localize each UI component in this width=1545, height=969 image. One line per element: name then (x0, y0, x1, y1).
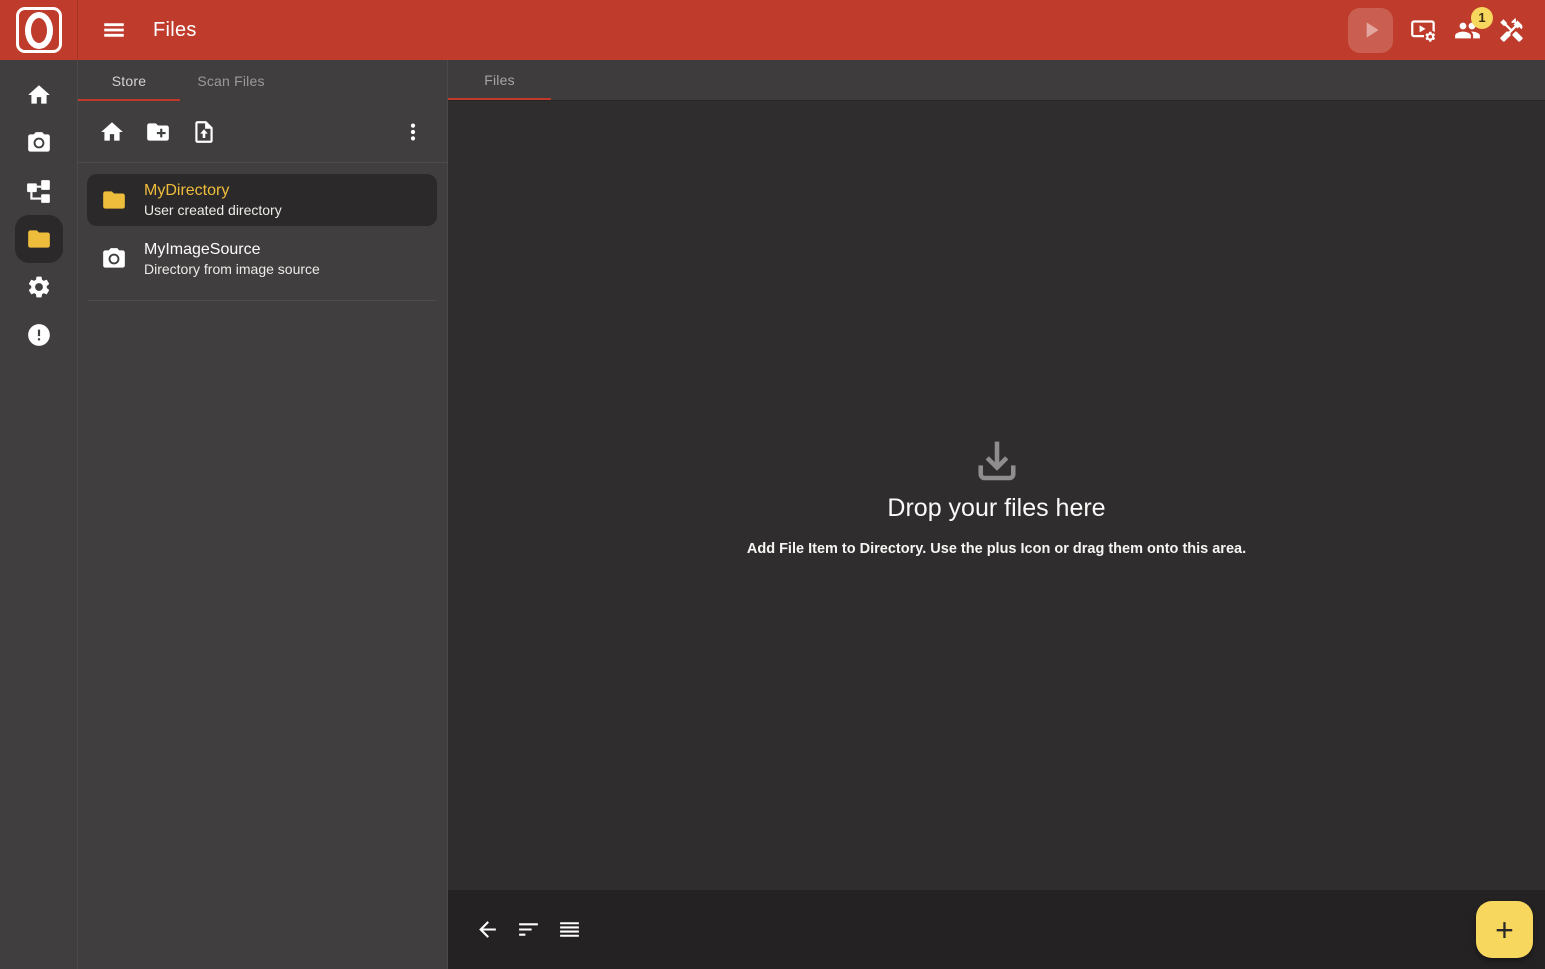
home-icon (99, 119, 125, 145)
error-icon (26, 322, 52, 348)
sidebar-item-settings[interactable] (15, 263, 63, 311)
create-folder-icon (145, 119, 171, 145)
files-footer-bar: + (448, 890, 1545, 969)
tree-icon (26, 178, 52, 204)
menu-icon[interactable] (101, 17, 127, 43)
sidebar-item-files[interactable] (15, 215, 63, 263)
store-panel-tabs: Store Scan Files (78, 60, 447, 101)
dropzone-subtitle: Add File Item to Directory. Use the plus… (747, 541, 1246, 557)
sidebar-item-tree[interactable] (15, 167, 63, 215)
logo-o-icon (16, 7, 62, 53)
play-button[interactable] (1348, 8, 1393, 53)
list-item-title: MyImageSource (144, 240, 320, 260)
camera-icon (101, 246, 127, 272)
notification-badge: 1 (1471, 7, 1493, 29)
more-vert-icon (402, 121, 424, 143)
app-logo[interactable] (0, 0, 78, 60)
sidebar-item-home[interactable] (15, 71, 63, 119)
store-toolbar (78, 101, 447, 163)
tab-store[interactable]: Store (78, 60, 180, 101)
tab-files[interactable]: Files (448, 60, 551, 100)
header-actions: 1 (1348, 8, 1525, 53)
download-icon (971, 434, 1023, 486)
add-file-button[interactable]: + (1476, 901, 1533, 958)
list-item-my-directory[interactable]: MyDirectory User created directory (87, 174, 437, 226)
files-main-area: Files Drop your files here Add File Item… (448, 60, 1545, 969)
sidebar-item-camera[interactable] (15, 119, 63, 167)
folder-icon (26, 226, 52, 252)
tools-icon[interactable] (1498, 17, 1525, 44)
list-view-button[interactable] (557, 917, 582, 942)
gear-icon (26, 274, 52, 300)
store-panel: Store Scan Files (78, 60, 448, 969)
reorder-icon (557, 917, 582, 942)
sort-icon (516, 917, 541, 942)
home-icon (26, 82, 52, 108)
directory-list: MyDirectory User created directory MyIma… (78, 163, 447, 292)
tab-scan-files[interactable]: Scan Files (180, 60, 282, 101)
new-folder-button[interactable] (145, 119, 171, 145)
home-directory-button[interactable] (99, 119, 125, 145)
list-item-title: MyDirectory (144, 181, 282, 201)
list-item-subtitle: User created directory (144, 201, 282, 220)
nav-rail (0, 60, 78, 969)
dropzone-title: Drop your files here (887, 494, 1105, 523)
list-item-my-image-source[interactable]: MyImageSource Directory from image sourc… (87, 233, 437, 285)
video-settings-icon[interactable] (1410, 17, 1437, 44)
list-divider (88, 300, 437, 301)
sort-button[interactable] (516, 917, 541, 942)
back-button[interactable] (475, 917, 500, 942)
upload-file-button[interactable] (191, 119, 217, 145)
file-dropzone[interactable]: Drop your files here Add File Item to Di… (448, 101, 1545, 890)
main-tabs: Files (448, 60, 1545, 101)
sidebar-item-errors[interactable] (15, 311, 63, 359)
plus-icon: + (1495, 914, 1514, 946)
camera-icon (26, 130, 52, 156)
page-title: Files (153, 19, 197, 42)
app-window: Files 1 (0, 0, 1545, 969)
upload-file-icon (191, 119, 217, 145)
app-header: Files 1 (0, 0, 1545, 60)
more-options-button[interactable] (400, 119, 426, 145)
arrow-back-icon (475, 917, 500, 942)
users-button[interactable]: 1 (1454, 17, 1481, 44)
list-item-subtitle: Directory from image source (144, 260, 320, 279)
folder-icon (101, 187, 127, 213)
